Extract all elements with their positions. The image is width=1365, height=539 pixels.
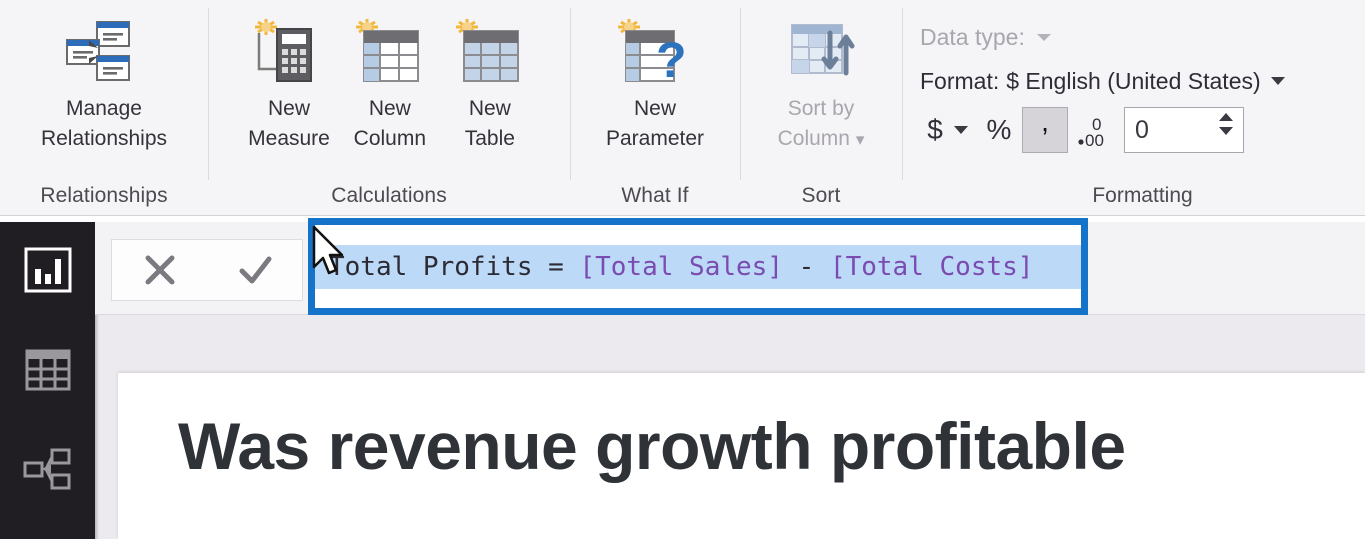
decimal-places-stepper[interactable]: 0 <box>1124 107 1244 153</box>
sidebar-item-model-view[interactable] <box>0 422 95 522</box>
sort-by-column-button[interactable]: Sort by Column ▾ <box>768 6 875 155</box>
commit-formula-button[interactable] <box>207 240 302 300</box>
left-nav-sidebar <box>0 222 95 539</box>
percent-format-button[interactable]: % <box>980 107 1018 153</box>
new-column-label-line2: Column <box>353 127 427 151</box>
new-table-icon <box>450 10 530 94</box>
manage-relationships-button[interactable]: Manage Relationships <box>31 6 177 155</box>
currency-dropdown-icon[interactable] <box>954 126 968 134</box>
stepper-up-icon[interactable] <box>1219 113 1233 121</box>
cancel-formula-button[interactable] <box>112 240 207 300</box>
new-column-button[interactable]: New Column <box>340 6 440 155</box>
formula-input[interactable]: Total Profits = [Total Sales] - [Total C… <box>315 225 1081 308</box>
thousands-separator-button[interactable]: , <box>1022 107 1068 153</box>
svg-text:00: 00 <box>1085 131 1104 150</box>
new-measure-label-line1: New <box>267 97 310 120</box>
decimal-places-icon[interactable]: 0 00 <box>1076 110 1120 150</box>
formula-input-highlight: Total Profits = [Total Sales] - [Total C… <box>308 218 1088 315</box>
report-page[interactable]: Was revenue growth profitable <box>118 373 1365 539</box>
new-parameter-button[interactable]: ? New Parameter <box>596 6 714 155</box>
new-table-button[interactable]: New Table <box>440 6 540 155</box>
formula-ref-total-costs: [Total Costs] <box>829 251 1034 282</box>
sidebar-item-report-view[interactable] <box>0 222 95 322</box>
table-grid-icon <box>24 347 72 398</box>
stepper-down-icon[interactable] <box>1219 127 1233 135</box>
close-x-icon <box>145 255 174 285</box>
format-row: Format: $ English (United States) <box>920 60 1365 102</box>
new-table-label-line2: Table <box>464 127 515 151</box>
currency-format-button[interactable]: $ <box>920 107 950 153</box>
format-value[interactable]: $ English (United States) <box>1006 68 1260 95</box>
ribbon-group-label-sort: Sort <box>801 184 841 207</box>
formula-bar-buttons <box>111 239 303 301</box>
new-table-label-line1: New <box>468 97 511 120</box>
format-buttons-row: $ % , 0 00 0 <box>920 104 1365 156</box>
sort-by-column-label-line2: Column ▾ <box>778 124 865 154</box>
chevron-down-icon[interactable]: ▾ <box>856 130 865 149</box>
decimal-places-value: 0 <box>1135 115 1149 144</box>
formula-ref-total-sales: [Total Sales] <box>579 251 783 282</box>
new-parameter-label-line2: Parameter <box>605 127 705 151</box>
new-measure-button[interactable]: New Measure <box>238 6 340 155</box>
data-type-dropdown-icon[interactable] <box>1036 33 1051 41</box>
format-label: Format: <box>920 67 1000 94</box>
ribbon-group-calculations: New Measure New Column New Table Calcula… <box>208 0 570 216</box>
ribbon-group-what-if: ? New Parameter What If <box>570 0 740 216</box>
data-type-row: Data type: <box>920 16 1365 58</box>
mouse-cursor-icon <box>312 225 346 282</box>
ribbon-group-label-what-if: What If <box>621 184 689 207</box>
ribbon-group-formatting: Data type: Format: $ English (United Sta… <box>902 0 1365 216</box>
formula-measure-name: Total Profits <box>329 251 533 282</box>
ribbon-group-label-calculations: Calculations <box>331 184 447 207</box>
new-measure-icon <box>249 10 329 94</box>
power-bi-window: Manage Relationships Relationships New M… <box>0 0 1365 539</box>
checkmark-icon <box>239 256 271 284</box>
new-column-label-line1: New <box>368 97 411 120</box>
sort-by-column-icon <box>778 10 864 94</box>
new-column-icon <box>350 10 430 94</box>
svg-text:?: ? <box>656 32 687 85</box>
format-dropdown-icon[interactable] <box>1270 77 1285 85</box>
formula-equals: = <box>532 251 580 282</box>
manage-relationships-label-line1: Manage <box>66 97 142 120</box>
new-parameter-label-line1: New <box>633 97 676 120</box>
sort-by-column-label-line1: Sort by <box>787 97 855 120</box>
model-relationships-icon <box>22 447 74 498</box>
ribbon-group-label-formatting: Formatting <box>1092 184 1193 207</box>
new-parameter-icon: ? <box>612 10 698 94</box>
relationships-icon <box>65 10 143 94</box>
ribbon-group-label-relationships: Relationships <box>40 184 168 207</box>
new-measure-label-line2: Measure <box>248 127 330 151</box>
ribbon-group-relationships: Manage Relationships Relationships <box>0 0 208 216</box>
ribbon-modeling-tab: Manage Relationships Relationships New M… <box>0 0 1365 216</box>
formula-operator: - <box>782 251 830 282</box>
manage-relationships-label-line2: Relationships <box>40 127 168 151</box>
bar-chart-icon <box>24 247 72 298</box>
formula-text: Total Profits = [Total Sales] - [Total C… <box>315 244 1081 289</box>
data-type-label: Data type: <box>920 23 1025 50</box>
sidebar-item-data-view[interactable] <box>0 322 95 422</box>
ribbon-group-sort: Sort by Column ▾ Sort <box>740 0 902 216</box>
report-canvas-area: Was revenue growth profitable <box>95 315 1365 539</box>
report-title: Was revenue growth profitable <box>178 409 1126 483</box>
stepper-arrows <box>1219 113 1233 135</box>
sort-by-column-label-line2-text: Column <box>777 127 850 151</box>
